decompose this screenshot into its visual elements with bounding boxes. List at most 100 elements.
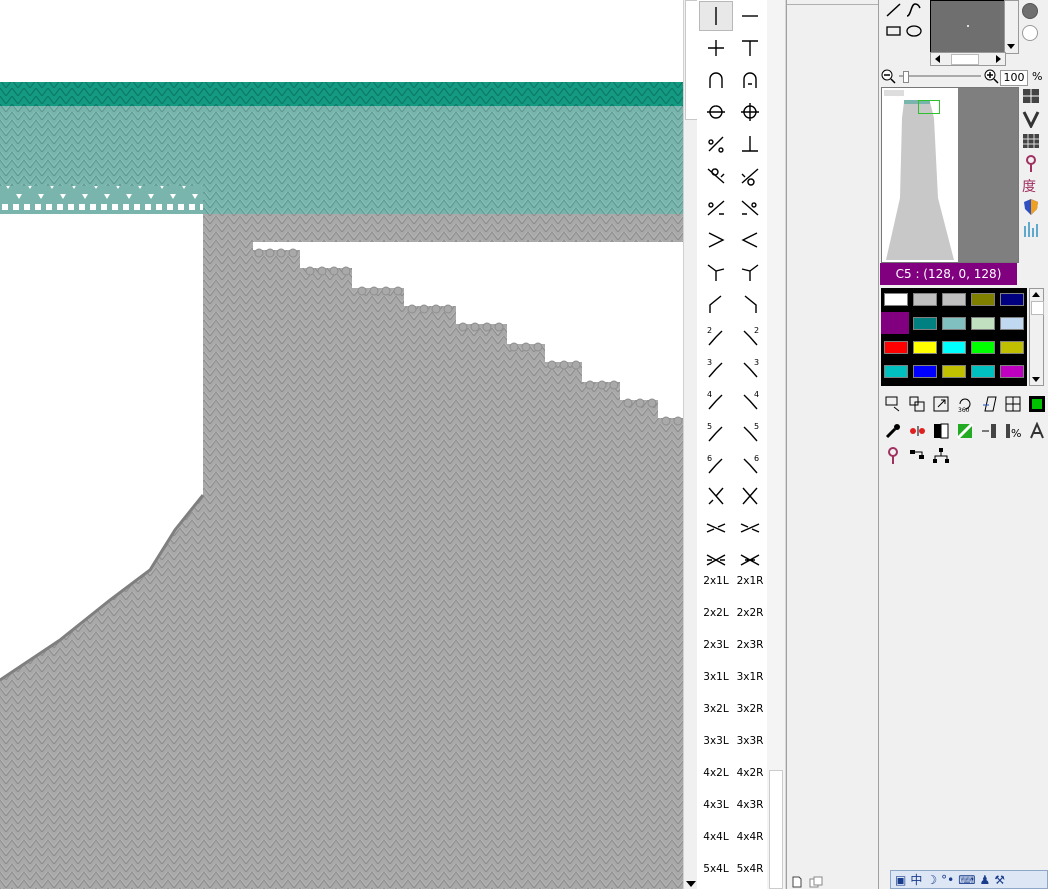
stitch-3x3r-button[interactable]: 3x3R: [733, 726, 767, 756]
text-tool-icon[interactable]: [1027, 421, 1047, 441]
resize-icon[interactable]: [931, 394, 951, 414]
stitch-transfer-4-right-icon[interactable]: 4: [733, 385, 767, 415]
color-swatch[interactable]: [942, 317, 966, 330]
bars-icon[interactable]: [1022, 220, 1040, 241]
color-swatch[interactable]: [913, 293, 937, 306]
stitch-4x3r-button[interactable]: 4x3R: [733, 790, 767, 820]
stitch-slash-dots-icon[interactable]: [699, 129, 733, 159]
hierarchy-icon[interactable]: [931, 446, 951, 466]
stitch-transfer-5-left-icon[interactable]: 5: [699, 417, 733, 447]
scroll-down-arrow-icon[interactable]: [686, 881, 696, 887]
color-swatch[interactable]: [884, 293, 908, 306]
color-swatch[interactable]: [942, 341, 966, 354]
stitch-3x1r-button[interactable]: 3x1R: [733, 662, 767, 692]
needle-pin-icon[interactable]: [883, 446, 903, 466]
curve-tool-icon[interactable]: [905, 2, 923, 21]
stitch-3x2l-button[interactable]: 3x2L: [699, 694, 733, 724]
stitch-less-than-icon[interactable]: [733, 225, 767, 255]
color-swatch[interactable]: [913, 365, 937, 378]
percent-icon[interactable]: %: [1003, 421, 1023, 441]
stitch-5x4l-button[interactable]: 5x4L: [699, 854, 733, 884]
rotate-360-icon[interactable]: 360: [955, 394, 975, 414]
filled-shape-icon[interactable]: [1022, 3, 1038, 19]
zoom-in-icon[interactable]: [984, 69, 1000, 88]
swatch-scroll-down-icon[interactable]: [1032, 377, 1040, 382]
stitch-2x2l-button[interactable]: 2x2L: [699, 598, 733, 628]
stitch-2x3l-button[interactable]: 2x3L: [699, 630, 733, 660]
color-swatch[interactable]: [971, 317, 995, 330]
color-swatch[interactable]: [1000, 293, 1024, 306]
navigator-thumbnail[interactable]: [881, 87, 1019, 263]
zoom-slider-thumb[interactable]: [903, 71, 909, 83]
color-swatch[interactable]: [942, 365, 966, 378]
stitch-up-tee-icon[interactable]: [733, 129, 767, 159]
align-icon[interactable]: [979, 421, 999, 441]
stitch-2x3r-button[interactable]: 2x3R: [733, 630, 767, 660]
stitch-tee-icon[interactable]: [733, 33, 767, 63]
stitch-horizontal-icon[interactable]: [733, 1, 767, 31]
stitch-3x1l-button[interactable]: 3x1L: [699, 662, 733, 692]
canvas-vertical-scrollbar[interactable]: [683, 0, 698, 889]
color-swatch[interactable]: [971, 341, 995, 354]
stitch-vertical-icon[interactable]: [699, 1, 733, 31]
outline-shape-icon[interactable]: [1022, 25, 1038, 41]
color-swatch[interactable]: [913, 341, 937, 354]
stitch-5x4r-button[interactable]: 5x4R: [733, 854, 767, 884]
stitch-2x1l-button[interactable]: 2x1L: [699, 566, 733, 596]
preview-scrollbar[interactable]: [1004, 0, 1019, 54]
stitch-cross-icon[interactable]: [699, 33, 733, 63]
color-swatch[interactable]: [1000, 341, 1024, 354]
swatch-scroll-thumb[interactable]: [1031, 301, 1044, 315]
navigator-viewport[interactable]: [918, 100, 940, 114]
stitch-greater-than-icon[interactable]: [699, 225, 733, 255]
v-stitch-icon[interactable]: [1022, 110, 1040, 131]
stitch-arch-icon[interactable]: [699, 65, 733, 95]
swatch-scroll-up-icon[interactable]: [1032, 292, 1040, 297]
stitch-slash-right-icon[interactable]: [733, 161, 767, 191]
color-swatch[interactable]: [881, 312, 909, 334]
stitch-transfer-2-right-icon[interactable]: 2: [733, 321, 767, 351]
stitch-transfer-6-right-icon[interactable]: 6: [733, 449, 767, 479]
color-swatch[interactable]: [942, 293, 966, 306]
color-swatch[interactable]: [884, 365, 908, 378]
color-swatch[interactable]: [971, 365, 995, 378]
line-tool-icon[interactable]: [885, 2, 903, 21]
stitch-cable-2b-icon[interactable]: [733, 513, 767, 543]
stitch-3x3l-button[interactable]: 3x3L: [699, 726, 733, 756]
stitch-2x1r-button[interactable]: 2x1R: [733, 566, 767, 596]
stitch-slash-hook-left-icon[interactable]: [699, 193, 733, 223]
stitch-4x4r-button[interactable]: 4x4R: [733, 822, 767, 852]
connect-icon[interactable]: [907, 446, 927, 466]
fill-color-icon[interactable]: [1027, 394, 1047, 414]
pattern-grid-icon[interactable]: [1022, 133, 1040, 152]
stitch-4x4l-button[interactable]: 4x4L: [699, 822, 733, 852]
stitch-3x2r-button[interactable]: 3x2R: [733, 694, 767, 724]
color-swatch[interactable]: [971, 293, 995, 306]
ime-user-icon[interactable]: ♟: [980, 873, 991, 887]
ellipse-tool-icon[interactable]: [905, 24, 923, 41]
preview-hscroll-thumb[interactable]: [951, 54, 979, 65]
split-icon[interactable]: [931, 421, 951, 441]
frame-icon[interactable]: [1003, 394, 1023, 414]
stitch-cross-under-icon[interactable]: [733, 481, 767, 511]
color-swatch[interactable]: [913, 317, 937, 330]
stitch-transfer-5-right-icon[interactable]: 5: [733, 417, 767, 447]
stitch-4x2r-button[interactable]: 4x2R: [733, 758, 767, 788]
zoom-out-icon[interactable]: [881, 69, 897, 88]
preview-scroll-down-icon[interactable]: [1007, 44, 1015, 49]
gradient-icon[interactable]: [955, 421, 975, 441]
stitch-slash-left-icon[interactable]: [699, 161, 733, 191]
stitch-4x3l-button[interactable]: 4x3L: [699, 790, 733, 820]
stitch-circle-vline-icon[interactable]: [733, 97, 767, 127]
ime-moon-icon[interactable]: ☽: [926, 873, 937, 887]
stitch-arch-dot-icon[interactable]: [733, 65, 767, 95]
skew-icon[interactable]: [979, 394, 999, 414]
stitch-transfer-2-left-icon[interactable]: 2: [699, 321, 733, 351]
shield-icon[interactable]: [1022, 198, 1040, 219]
stitch-fork-left-icon[interactable]: [699, 257, 733, 287]
stitch-circle-line-icon[interactable]: [699, 97, 733, 127]
stitch-corner-right-icon[interactable]: [733, 289, 767, 319]
palette-scrollbar-thumb[interactable]: [769, 770, 783, 889]
ime-language-button[interactable]: 中: [910, 871, 922, 888]
ime-punctuation-icon[interactable]: °•: [941, 873, 954, 887]
